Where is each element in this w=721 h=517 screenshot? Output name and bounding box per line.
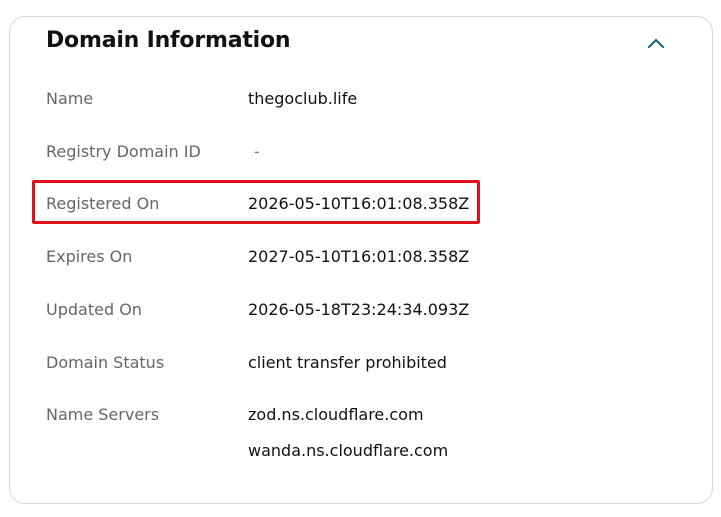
collapse-button[interactable] [644, 31, 668, 55]
updated-on-value: 2026-05-18T23:24:34.093Z [248, 300, 470, 319]
row-updated-on: Updated On 2026-05-18T23:24:34.093Z [46, 299, 686, 329]
card-title: Domain Information [46, 28, 291, 53]
row-name-servers: Name Servers zod.ns.cloudflare.com wanda… [46, 404, 686, 474]
registry-domain-id-value: - [254, 142, 260, 161]
chevron-up-icon [647, 38, 665, 49]
row-name: Name thegoclub.life [46, 88, 686, 118]
row-domain-status: Domain Status client transfer prohibited [46, 352, 686, 382]
row-registered-on: Registered On 2026-05-10T16:01:08.358Z [46, 193, 686, 223]
registered-on-label: Registered On [46, 194, 160, 213]
name-label: Name [46, 89, 94, 108]
expires-on-label: Expires On [46, 247, 133, 266]
domain-status-label: Domain Status [46, 353, 165, 372]
domain-information-card: Domain Information Name thegoclub.life R… [9, 16, 713, 504]
registered-on-value: 2026-05-10T16:01:08.358Z [248, 194, 470, 213]
name-server-2: wanda.ns.cloudflare.com [248, 441, 449, 460]
registry-domain-id-label: Registry Domain ID [46, 142, 201, 161]
name-server-1: zod.ns.cloudflare.com [248, 405, 424, 424]
name-value: thegoclub.life [248, 89, 358, 108]
domain-status-value: client transfer prohibited [248, 353, 447, 372]
expires-on-value: 2027-05-10T16:01:08.358Z [248, 247, 470, 266]
row-registry-domain-id: Registry Domain ID - [46, 141, 686, 171]
name-servers-label: Name Servers [46, 405, 160, 424]
row-expires-on: Expires On 2027-05-10T16:01:08.358Z [46, 246, 686, 276]
updated-on-label: Updated On [46, 300, 142, 319]
